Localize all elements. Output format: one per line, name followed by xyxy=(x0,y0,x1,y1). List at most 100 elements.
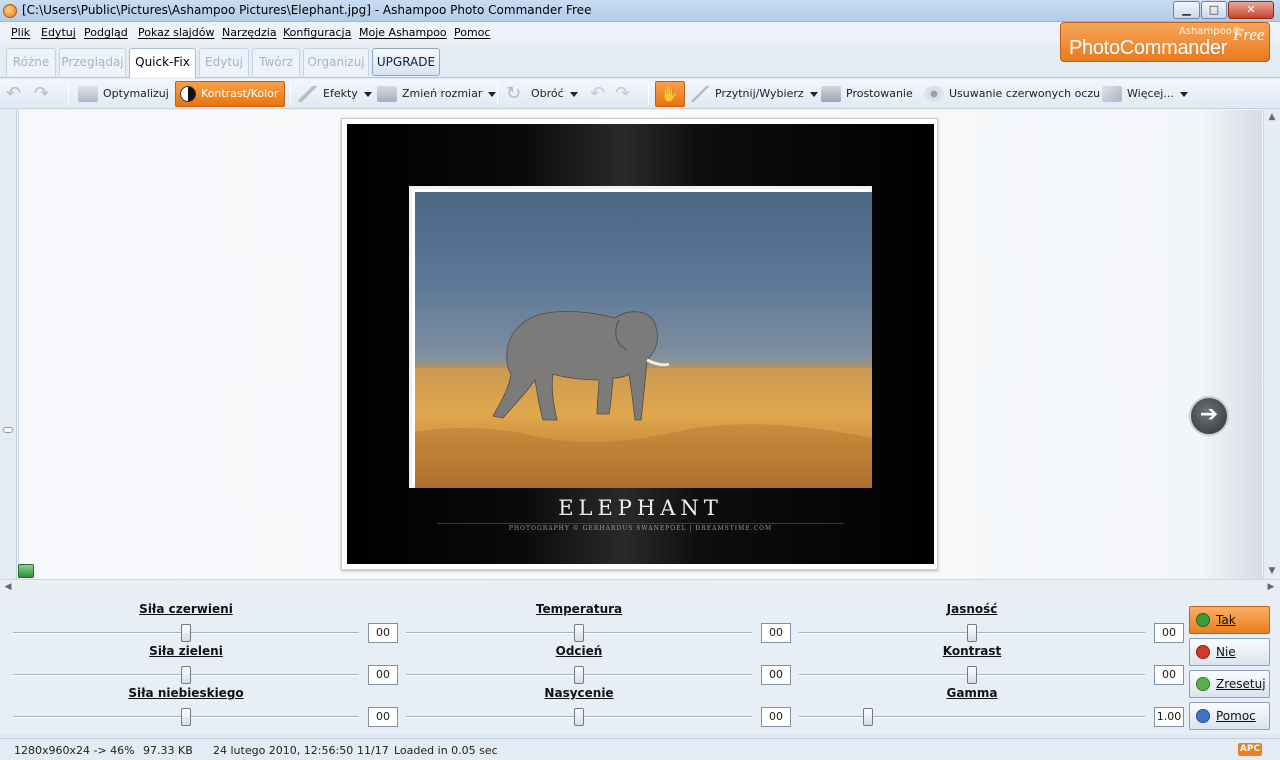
horizontal-scrollbar[interactable]: ◀ ▶ xyxy=(0,579,1280,594)
poster-divider xyxy=(437,523,844,524)
sila-niebieskiego-slider[interactable] xyxy=(181,708,191,726)
nie-label: Nie xyxy=(1216,645,1236,659)
odcien-value[interactable]: 00 xyxy=(761,665,791,685)
menu-narzedzia[interactable]: Narzędzia xyxy=(222,26,277,39)
tab-tworz[interactable]: Twórz xyxy=(252,48,300,76)
efekty-button[interactable]: Efekty xyxy=(298,81,372,107)
hand-icon: ✋ xyxy=(660,85,680,103)
poster-credit: PHOTOGRAPHY © GERHARDUS SWANEPOEL | DREA… xyxy=(508,525,773,532)
status-date: 24 lutego 2010, 12:56:50 xyxy=(213,744,354,757)
maximize-button[interactable]: □ xyxy=(1201,1,1227,19)
przytnij-wybierz-button[interactable]: Przytnij/Wybierz xyxy=(690,81,818,107)
tab-organizuj[interactable]: Organizuj xyxy=(303,48,369,76)
arrow-right-icon: ➔ xyxy=(1199,402,1219,427)
kontrast-slider[interactable] xyxy=(967,666,977,684)
optimize-icon xyxy=(78,86,98,102)
scroll-up-arrow[interactable]: ▲ xyxy=(1266,111,1278,123)
rotate-icon: ↻ xyxy=(506,83,522,104)
poster-title: ELEPHANT xyxy=(558,496,723,520)
zresetuj-label: Zresetuj xyxy=(1216,677,1266,691)
window-title: [C:\Users\Public\Pictures\Ashampoo Pictu… xyxy=(22,3,592,17)
nasycenie-slider[interactable] xyxy=(574,708,584,726)
minimize-button[interactable]: ▁ xyxy=(1173,1,1200,19)
tab-quick-fix[interactable]: Quick-Fix xyxy=(129,48,196,78)
jasnosc-value[interactable]: 00 xyxy=(1154,623,1184,643)
usuwanie-label: Usuwanie czerwonych oczu xyxy=(949,87,1101,100)
gamma-track[interactable] xyxy=(799,716,1145,718)
wiecej-button[interactable]: Więcej... xyxy=(1102,81,1188,107)
usuwanie-czerwonych-oczu-button[interactable]: Usuwanie czerwonych oczu xyxy=(924,81,1100,107)
temperatura-slider[interactable] xyxy=(574,624,584,642)
zresetuj-button[interactable]: Zresetuj xyxy=(1189,670,1270,698)
hand-tool-button[interactable]: ✋ xyxy=(655,81,685,107)
scroll-left-arrow[interactable]: ◀ xyxy=(2,581,14,593)
scroll-down-arrow[interactable]: ▼ xyxy=(1266,565,1278,577)
menu-pokaz-slajdow[interactable]: Pokaz slajdów xyxy=(138,26,214,39)
refresh-icon[interactable] xyxy=(18,564,34,578)
kontrast-value[interactable]: 00 xyxy=(1154,665,1184,685)
gamma-slider[interactable] xyxy=(863,708,874,726)
sila-czerwieni-slider[interactable] xyxy=(181,624,191,642)
nasycenie-value[interactable]: 00 xyxy=(761,707,791,727)
menu-plik[interactable]: Plik xyxy=(11,26,30,39)
app-icon[interactable] xyxy=(3,4,17,18)
redo-button[interactable]: ↷ xyxy=(34,81,59,107)
tak-button[interactable]: Tak xyxy=(1189,606,1270,634)
obroc-button[interactable]: ↻ Obróć xyxy=(506,81,578,107)
kontrast-label: Kontrast xyxy=(942,644,1002,658)
nie-button[interactable]: Nie xyxy=(1189,638,1270,666)
crop-icon xyxy=(690,86,710,102)
sila-zieleni-slider[interactable] xyxy=(181,666,191,684)
status-loaded: Loaded in 0.05 sec xyxy=(394,744,498,757)
rotate-left-button[interactable]: ↶ xyxy=(590,81,615,107)
menu-moje-ashampoo[interactable]: Moje Ashampoo xyxy=(359,26,447,39)
upgrade-button[interactable]: UPGRADE xyxy=(372,48,440,76)
contrast-icon xyxy=(180,86,196,102)
menu-podglad[interactable]: Podgląd xyxy=(84,26,128,39)
poster-background: ELEPHANT PHOTOGRAPHY © GERHARDUS SWANEPO… xyxy=(347,124,934,564)
elephant-illustration xyxy=(415,311,872,488)
title-bar: [C:\Users\Public\Pictures\Ashampoo Pictu… xyxy=(0,0,1280,22)
sila-zieleni-label: Siła zieleni xyxy=(149,644,223,658)
kontrast-kolor-button[interactable]: Kontrast/Kolor xyxy=(175,81,286,107)
przytnij-wybierz-label: Przytnij/Wybierz xyxy=(715,87,804,100)
next-image-button[interactable]: ➔ xyxy=(1189,396,1229,436)
tab-rozne[interactable]: Różne xyxy=(6,48,56,76)
temperatura-value[interactable]: 00 xyxy=(761,623,791,643)
odcien-slider[interactable] xyxy=(574,666,584,684)
sila-niebieskiego-value[interactable]: 00 xyxy=(368,707,398,727)
sila-czerwieni-value[interactable]: 00 xyxy=(368,623,398,643)
menu-edytuj[interactable]: Edytuj xyxy=(41,26,76,39)
scroll-right-arrow[interactable]: ▶ xyxy=(1265,581,1277,593)
adjustment-panel: Siła czerwieni 00 Temperatura 00 Jasność… xyxy=(0,594,1280,734)
rotate-right-button[interactable]: ↷ xyxy=(615,81,640,107)
red-eye-icon xyxy=(924,86,944,102)
sila-zieleni-value[interactable]: 00 xyxy=(368,665,398,685)
brand-photocommander: PhotoCommander xyxy=(1069,37,1228,59)
undo-button[interactable]: ↶ xyxy=(6,81,31,107)
optymalizuj-button[interactable]: Optymalizuj xyxy=(78,81,169,107)
redo-icon: ↷ xyxy=(34,83,50,104)
ruler-handle[interactable] xyxy=(3,427,13,433)
photo-frame[interactable]: ELEPHANT PHOTOGRAPHY © GERHARDUS SWANEPO… xyxy=(341,118,938,570)
chevron-down-icon xyxy=(569,91,578,97)
tab-edytuj[interactable]: Edytuj xyxy=(199,48,249,76)
kontrast-kolor-label: Kontrast/Kolor xyxy=(201,87,279,100)
straighten-icon xyxy=(821,86,841,102)
apc-badge[interactable]: APC xyxy=(1238,743,1262,756)
toolbar-separator xyxy=(648,83,649,105)
zmien-rozmiar-button[interactable]: Zmień rozmiar xyxy=(377,81,497,107)
menu-konfiguracja[interactable]: Konfiguracja xyxy=(283,26,351,39)
pomoc-button[interactable]: Pomoc xyxy=(1189,702,1270,730)
prostowanie-button[interactable]: Prostowanie xyxy=(821,81,913,107)
tab-przegladaj[interactable]: Przeglądaj xyxy=(59,48,126,76)
close-button[interactable]: ✕ xyxy=(1228,1,1274,19)
jasnosc-slider[interactable] xyxy=(967,624,977,642)
gamma-value[interactable]: 1.00 xyxy=(1154,707,1184,727)
zmien-rozmiar-label: Zmień rozmiar xyxy=(402,87,483,100)
brand-free: Free xyxy=(1233,25,1265,44)
vertical-scrollbar[interactable]: ▲ ▼ xyxy=(1263,109,1280,579)
menu-pomoc[interactable]: Pomoc xyxy=(454,26,490,39)
nasycenie-label: Nasycenie xyxy=(544,686,614,700)
reset-icon xyxy=(1196,677,1210,691)
